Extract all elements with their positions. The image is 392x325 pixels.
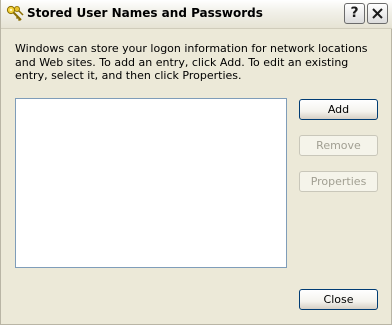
remove-button[interactable]: Remove — [299, 135, 378, 156]
description-text: Windows can store your logon information… — [15, 42, 368, 82]
stored-credentials-dialog: Stored User Names and Passwords ? Window… — [0, 0, 392, 325]
keys-icon — [5, 4, 25, 24]
credentials-list[interactable] — [15, 98, 287, 268]
help-button[interactable]: ? — [344, 3, 365, 24]
window-title: Stored User Names and Passwords — [27, 6, 263, 20]
properties-button[interactable]: Properties — [299, 171, 378, 192]
close-button[interactable]: Close — [299, 289, 378, 310]
add-button[interactable]: Add — [299, 99, 378, 120]
close-icon — [372, 8, 383, 19]
close-window-button[interactable] — [367, 3, 388, 24]
title-bar[interactable]: Stored User Names and Passwords ? — [1, 0, 392, 29]
